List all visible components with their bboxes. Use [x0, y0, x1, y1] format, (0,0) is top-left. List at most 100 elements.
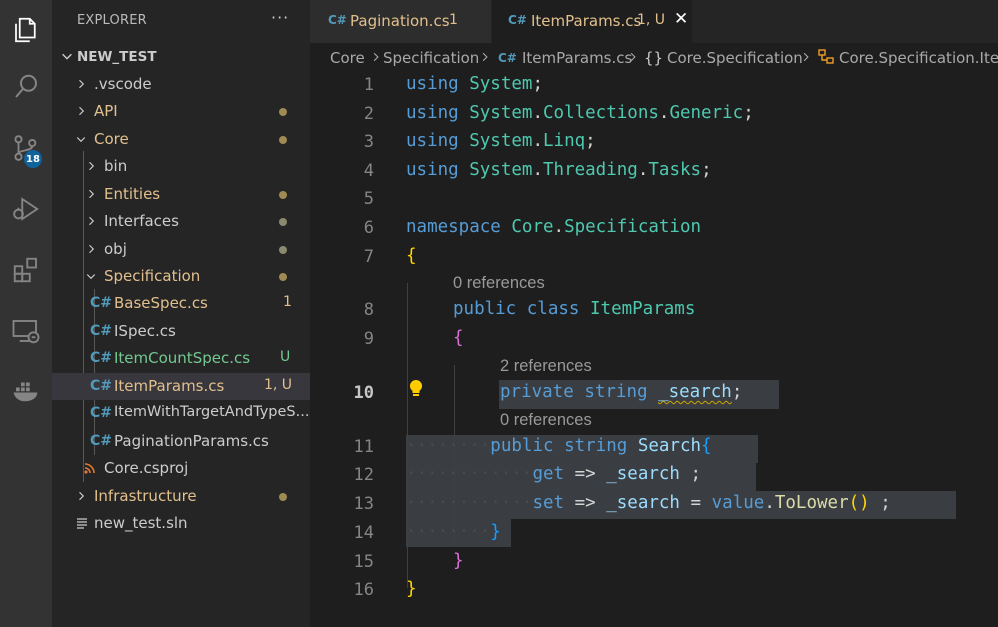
- tab-status: 1, U: [637, 12, 666, 28]
- csharp-file-icon: C#: [328, 13, 347, 27]
- close-icon[interactable]: ✕: [674, 9, 688, 29]
- token: .: [553, 217, 565, 237]
- token: =: [690, 493, 702, 513]
- code-line: ········public string Search{: [406, 436, 712, 456]
- breadcrumb-item[interactable]: Core.Specification.ItemParams: [839, 49, 998, 67]
- tree-label: ItemWithTargetAndTypeS...: [114, 404, 310, 420]
- breadcrumb-item[interactable]: Specification: [383, 49, 479, 67]
- breadcrumb-item[interactable]: Core: [330, 49, 365, 67]
- token: ;: [880, 493, 891, 513]
- line-number-active: 10: [353, 383, 374, 403]
- tree-file-basespec[interactable]: C# BaseSpec.cs 1: [52, 290, 310, 317]
- csharp-file-icon: C#: [90, 350, 113, 366]
- code-line: }: [406, 579, 417, 599]
- breadcrumb-item[interactable]: ItemParams.cs: [522, 49, 632, 67]
- csharp-file-icon: C#: [90, 378, 113, 394]
- source-control-badge: 18: [24, 150, 42, 168]
- token: value: [711, 493, 765, 513]
- lines-file-icon: [77, 518, 87, 529]
- token: .: [532, 103, 543, 123]
- tree-folder-bin[interactable]: bin: [52, 153, 310, 180]
- token: Threading: [543, 160, 638, 180]
- token: using: [406, 160, 459, 180]
- explorer-icon[interactable]: [0, 6, 52, 54]
- search-icon[interactable]: [0, 63, 52, 111]
- chevron-right-icon: [803, 52, 809, 62]
- tree-folder-api[interactable]: API: [52, 98, 310, 125]
- token: }: [490, 522, 501, 542]
- line-number: 15: [353, 552, 374, 572]
- docker-icon[interactable]: [0, 366, 52, 414]
- chevron-down-icon: [86, 274, 96, 280]
- line-number: 7: [363, 247, 374, 267]
- code-line: using System.Threading.Tasks;: [406, 160, 712, 180]
- codelens-references[interactable]: 0 references: [500, 411, 592, 430]
- chevron-right-icon: [373, 52, 379, 62]
- workspace-section-header[interactable]: NEW_TEST: [52, 44, 310, 70]
- remote-explorer-icon[interactable]: [0, 307, 52, 355]
- tree-folder-interfaces[interactable]: Interfaces: [52, 208, 310, 235]
- token: }: [406, 579, 417, 599]
- tree-file-ispec[interactable]: C# ISpec.cs: [52, 318, 310, 345]
- token: public: [490, 436, 554, 456]
- tab-label: ItemParams.cs: [531, 12, 642, 30]
- tab-pagination[interactable]: C# Pagination.cs 1: [310, 0, 491, 43]
- token: Tasks: [648, 160, 702, 180]
- token: Collections: [543, 103, 659, 123]
- token: class: [526, 299, 580, 319]
- tree-file-core-csproj[interactable]: Core.csproj: [52, 455, 310, 482]
- extensions-icon[interactable]: [0, 246, 52, 294]
- token: string: [584, 382, 648, 402]
- token: .: [658, 103, 670, 123]
- code-line: ············get => _search ;: [406, 464, 702, 484]
- token: Generic: [669, 103, 744, 123]
- codelens-references[interactable]: 0 references: [453, 274, 545, 293]
- chevron-right-icon: [89, 216, 95, 226]
- more-actions-icon[interactable]: ···: [271, 8, 289, 27]
- line-number: 16: [353, 580, 374, 600]
- tree-label: new_test.sln: [94, 514, 188, 532]
- tab-itemparams[interactable]: C# ItemParams.cs 1, U ✕: [492, 0, 692, 43]
- tree-label: ISpec.cs: [114, 322, 176, 340]
- tree-label: ItemParams.cs: [114, 377, 225, 395]
- code-line: ········}: [406, 522, 501, 542]
- tree-file-paginationparams[interactable]: C# PaginationParams.cs: [52, 428, 310, 455]
- tree-label: ItemCountSpec.cs: [114, 349, 251, 367]
- token: using: [406, 74, 459, 94]
- code-editor[interactable]: 1 2 3 4 5 6 7 8 9 10 11 12 13 14 15 16 u…: [310, 71, 998, 627]
- tree-folder-specification[interactable]: Specification: [52, 263, 310, 290]
- token: set: [532, 493, 565, 513]
- tree-file-itemwithtarget[interactable]: C# ItemWithTargetAndTypeS...: [52, 400, 310, 427]
- token: ;: [690, 464, 702, 484]
- token: string: [564, 436, 628, 456]
- tree-file-itemparams[interactable]: C# ItemParams.cs 1, U: [52, 373, 310, 400]
- tree-label: PaginationParams.cs: [114, 432, 269, 450]
- codelens-references[interactable]: 2 references: [500, 357, 592, 376]
- token: get: [532, 464, 565, 484]
- chevron-right-icon: [89, 161, 95, 171]
- breadcrumb: Core Specification C# ItemParams.cs {} C…: [310, 43, 998, 71]
- csharp-file-icon: C#: [90, 295, 113, 311]
- tree-folder-vscode[interactable]: .vscode: [52, 71, 310, 98]
- tree-label: Infrastructure: [94, 487, 197, 505]
- tree-file-itemcountspec[interactable]: C# ItemCountSpec.cs U: [52, 345, 310, 372]
- tree-folder-entities[interactable]: Entities: [52, 181, 310, 208]
- token: System: [469, 160, 533, 180]
- modified-dot-icon: [279, 273, 287, 281]
- token: public: [453, 299, 517, 319]
- token: Core: [511, 217, 554, 237]
- run-debug-icon[interactable]: [0, 185, 52, 233]
- token: .: [764, 493, 775, 513]
- class-icon: [818, 49, 834, 64]
- breadcrumb-item[interactable]: Core.Specification: [667, 49, 803, 67]
- tree-folder-obj[interactable]: obj: [52, 236, 310, 263]
- line-number: 2: [363, 104, 374, 124]
- line-number: 11: [353, 437, 374, 457]
- chevron-down-icon: [62, 53, 72, 60]
- code-line: {: [406, 246, 417, 266]
- tree-folder-core[interactable]: Core: [52, 126, 310, 153]
- lightbulb-icon[interactable]: [408, 379, 424, 399]
- tree-file-new-test-sln[interactable]: new_test.sln: [52, 510, 310, 537]
- tree-folder-infrastructure[interactable]: Infrastructure: [52, 483, 310, 510]
- code-line: namespace Core.Specification: [406, 217, 701, 237]
